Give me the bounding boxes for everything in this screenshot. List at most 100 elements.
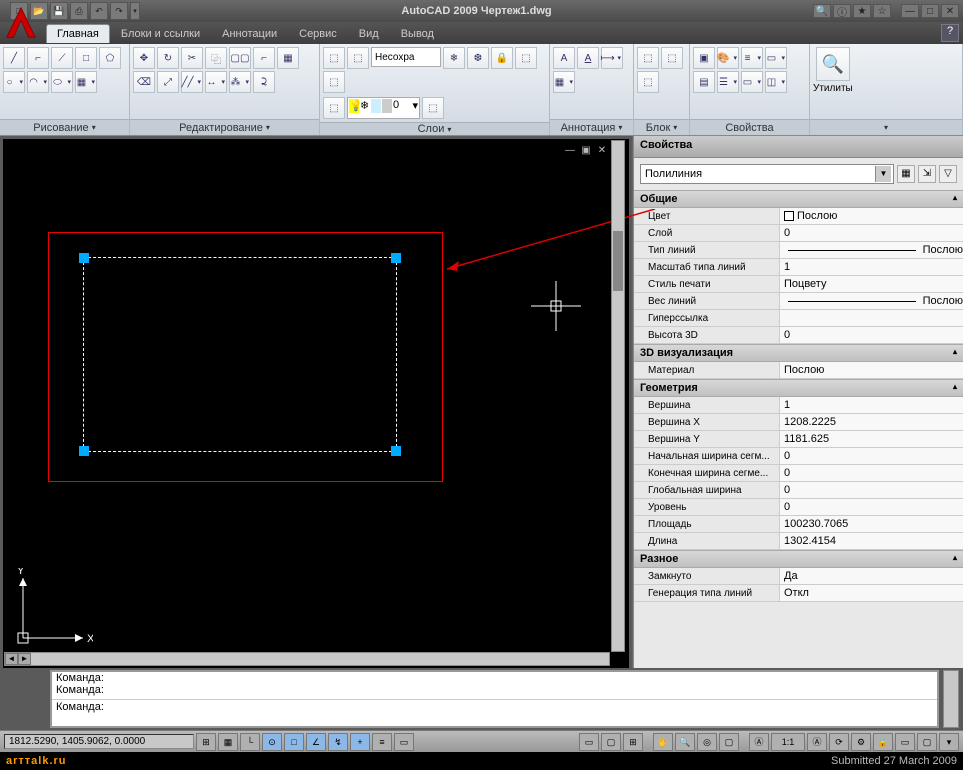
circle-icon[interactable]: ○ (3, 71, 25, 93)
measure-icon[interactable]: 🔍 (816, 47, 850, 81)
explode-icon[interactable]: ⁂ (229, 71, 251, 93)
annosync-icon[interactable]: ⟳ (829, 733, 849, 751)
zoom-icon[interactable]: 🔍 (675, 733, 695, 751)
annoscale-icon[interactable]: Ⓐ (749, 733, 769, 751)
scale-icon[interactable]: ⤢ (157, 71, 179, 93)
layer-manage-icon[interactable]: ⬚ (323, 97, 345, 119)
tab-service[interactable]: Сервис (288, 24, 348, 43)
prop-row[interactable]: Вершина Y1181.625 (634, 431, 963, 448)
hw-accel-icon[interactable]: ▭ (895, 733, 915, 751)
dyn-icon[interactable]: + (350, 733, 370, 751)
fillet-icon[interactable]: ⌐ (253, 47, 275, 69)
toolbar-lock-icon[interactable]: 🔒 (873, 733, 893, 751)
grid-icon[interactable]: ▦ (218, 733, 238, 751)
panel-title-draw[interactable]: Рисование▾ (0, 119, 129, 135)
app-menu-button[interactable] (2, 4, 40, 42)
panel-title-util[interactable]: ▾ (810, 119, 962, 135)
qat-redo-icon[interactable]: ↷ (110, 2, 128, 20)
mirror-icon[interactable]: ▢▢ (229, 47, 251, 69)
prop-row[interactable]: ЗамкнутоДа (634, 568, 963, 585)
erase-icon[interactable]: ⌫ (133, 71, 155, 93)
prop-value[interactable]: 1302.4154 (779, 533, 963, 549)
polygon-icon[interactable]: ⬠ (99, 47, 121, 69)
prop-value[interactable]: 0 (779, 499, 963, 515)
doc-minimize-button[interactable]: — (563, 145, 577, 159)
snap-icon[interactable]: ⊞ (196, 733, 216, 751)
maximize-button[interactable]: □ (921, 4, 939, 18)
layer-props-icon[interactable]: ⬚ (323, 47, 345, 69)
copy-icon[interactable]: ⿻ (205, 47, 227, 69)
prop-value[interactable]: Поцвету (779, 276, 963, 292)
color-icon[interactable]: 🎨 (717, 47, 739, 69)
pickadd-icon[interactable]: ⇲ (918, 165, 936, 183)
prop-value[interactable]: 0 (779, 448, 963, 464)
layer-lock-icon[interactable]: 🔒 (491, 47, 513, 69)
prop-row[interactable]: Площадь100230.7065 (634, 516, 963, 533)
panel-title-edit[interactable]: Редактирование▾ (130, 119, 319, 135)
match-props-icon[interactable]: ▣ (693, 47, 715, 69)
line-icon[interactable]: ╱ (3, 47, 25, 69)
transparency-icon[interactable]: ◫ (765, 71, 787, 93)
clean-screen-icon[interactable]: ▢ (917, 733, 937, 751)
coordinates-display[interactable]: 1812.5290, 1405.9062, 0.0000 (4, 734, 194, 749)
drawing-canvas[interactable]: — ▣ ✕ X Y (3, 139, 629, 668)
prop-value[interactable]: Послою (779, 242, 963, 258)
grip-tr[interactable] (391, 253, 401, 263)
hatch-icon[interactable]: ▦ (75, 71, 97, 93)
arc2-icon[interactable]: ◠ (27, 71, 49, 93)
prop-value[interactable]: 100230.7065 (779, 516, 963, 532)
prop-row[interactable]: Генерация типа линийОткл (634, 585, 963, 602)
lwt-icon[interactable]: ≡ (372, 733, 392, 751)
layer-dropdown[interactable]: Несохра (371, 47, 441, 67)
stretch-icon[interactable]: ↔ (205, 71, 227, 93)
prop-value[interactable] (779, 310, 963, 326)
search-icon[interactable]: 🔍 (813, 4, 831, 18)
panel-title-layers[interactable]: Слои▾ (320, 122, 549, 135)
vertical-scrollbar[interactable] (611, 140, 625, 652)
qat-save-icon[interactable]: 💾 (50, 2, 68, 20)
arc-icon[interactable]: ⟋ (51, 47, 73, 69)
tab-main[interactable]: Главная (46, 24, 110, 43)
trim-icon[interactable]: ✂ (181, 47, 203, 69)
table-icon[interactable]: ▦ (553, 71, 575, 93)
command-input[interactable]: Команда: (52, 700, 937, 716)
panel-title-block[interactable]: Блок▾ (634, 119, 689, 135)
grip-bl[interactable] (79, 446, 89, 456)
otrack-icon[interactable]: ∠ (306, 733, 326, 751)
move-icon[interactable]: ✥ (133, 47, 155, 69)
prop-value[interactable]: Послою (779, 293, 963, 309)
rect-icon[interactable]: □ (75, 47, 97, 69)
prop-row[interactable]: Слой0 (634, 225, 963, 242)
annovis-icon[interactable]: Ⓐ (807, 733, 827, 751)
prop-row[interactable]: Начальная ширина сегм...0 (634, 448, 963, 465)
prop-value[interactable]: Послою (779, 208, 963, 224)
qat-more-icon[interactable]: ▾ (130, 2, 140, 20)
layer-filter-icon[interactable]: ⬚ (323, 71, 345, 93)
prop-section-head[interactable]: 3D визуализация▴ (634, 344, 963, 362)
info-icon[interactable]: ⓘ (833, 4, 851, 18)
scale-display[interactable]: 1:1 (771, 733, 805, 751)
ws-switch-icon[interactable]: ⚙ (851, 733, 871, 751)
close-button[interactable]: ✕ (941, 4, 959, 18)
layer-more-icon[interactable]: ⬚ (515, 47, 537, 69)
create-block-icon[interactable]: ⬚ (661, 47, 683, 69)
prop-row[interactable]: Масштаб типа линий1 (634, 259, 963, 276)
qat-print-icon[interactable]: ⎙ (70, 2, 88, 20)
prop-value[interactable]: 1 (779, 397, 963, 413)
prop-row[interactable]: МатериалПослою (634, 362, 963, 379)
layer-match-icon[interactable]: ⬚ (422, 97, 444, 119)
layout-grid-icon[interactable]: ⊞ (623, 733, 643, 751)
layer-off-icon[interactable]: ❄ (443, 47, 465, 69)
layer-states-icon[interactable]: ⬚ (347, 47, 369, 69)
prop-section-head[interactable]: Разное▴ (634, 550, 963, 568)
prop-row[interactable]: Уровень0 (634, 499, 963, 516)
model-button[interactable]: ▭ (579, 733, 599, 751)
prop-row[interactable]: Гиперссылка (634, 310, 963, 327)
prop-section-head[interactable]: Общие▴ (634, 190, 963, 208)
list-icon[interactable]: ☰ (717, 71, 739, 93)
text-icon[interactable]: A (553, 47, 575, 69)
prop-row[interactable]: Вершина1 (634, 397, 963, 414)
plot-style-icon[interactable]: ▭ (741, 71, 763, 93)
quickselect-icon[interactable]: ▦ (897, 165, 915, 183)
command-line[interactable]: Команда: Команда: Команда: (50, 670, 939, 728)
